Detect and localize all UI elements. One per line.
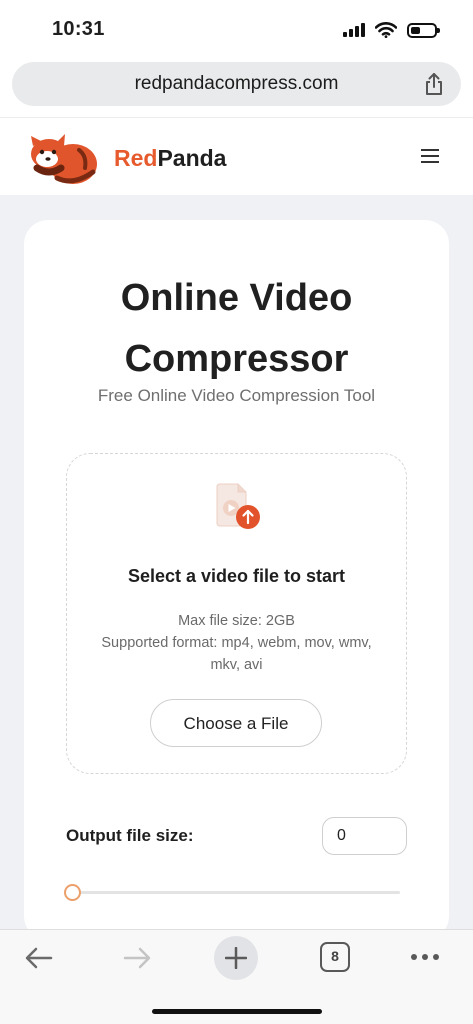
output-size-slider-thumb[interactable] <box>64 884 81 901</box>
cellular-signal-icon <box>343 23 365 37</box>
page-title-line-1: Online Video <box>120 277 353 319</box>
video-upload-icon <box>216 483 260 529</box>
status-bar: 10:31 <box>0 0 473 60</box>
brand-name[interactable]: RedPanda <box>114 145 226 172</box>
site-header: RedPanda <box>0 117 473 195</box>
ellipsis-icon[interactable] <box>411 954 439 960</box>
red-panda-logo-icon[interactable] <box>27 128 99 186</box>
status-icons <box>343 22 440 38</box>
output-file-size-label: Output file size: <box>66 826 194 845</box>
output-size-slider-track[interactable] <box>73 891 400 894</box>
battery-icon <box>407 22 440 38</box>
hamburger-menu-icon[interactable] <box>421 149 439 163</box>
home-indicator <box>152 1009 322 1014</box>
max-file-size-text: Max file size: 2GB <box>178 613 295 629</box>
dropzone-title: Select a video file to start <box>127 566 346 586</box>
supported-formats-text: Supported format: mp4, webm, mov, wmv, m… <box>101 635 372 673</box>
address-bar[interactable]: redpandacompress.com <box>12 62 461 106</box>
arrow-left-icon[interactable] <box>24 945 54 971</box>
choose-file-button[interactable]: Choose a File <box>150 699 322 747</box>
wifi-icon <box>375 22 397 38</box>
page-title: Online Video Compressor <box>24 268 449 390</box>
status-time: 10:31 <box>52 18 105 40</box>
url-text[interactable]: redpandacompress.com <box>12 73 461 95</box>
page-title-line-2: Compressor <box>124 338 349 380</box>
output-file-size-input[interactable] <box>322 817 407 855</box>
brand-name-dark: Panda <box>157 145 227 171</box>
brand-name-red: Red <box>114 145 158 171</box>
tab-count-button[interactable]: 8 <box>320 942 350 972</box>
plus-icon <box>225 947 247 969</box>
share-icon[interactable] <box>423 72 445 96</box>
arrow-right-icon[interactable] <box>122 945 152 971</box>
dropzone-info: Max file size: 2GB Supported format: mp4… <box>86 610 387 676</box>
new-tab-button[interactable] <box>214 936 258 980</box>
page-subtitle: Free Online Video Compression Tool <box>97 386 376 405</box>
battery-fill <box>411 26 420 34</box>
